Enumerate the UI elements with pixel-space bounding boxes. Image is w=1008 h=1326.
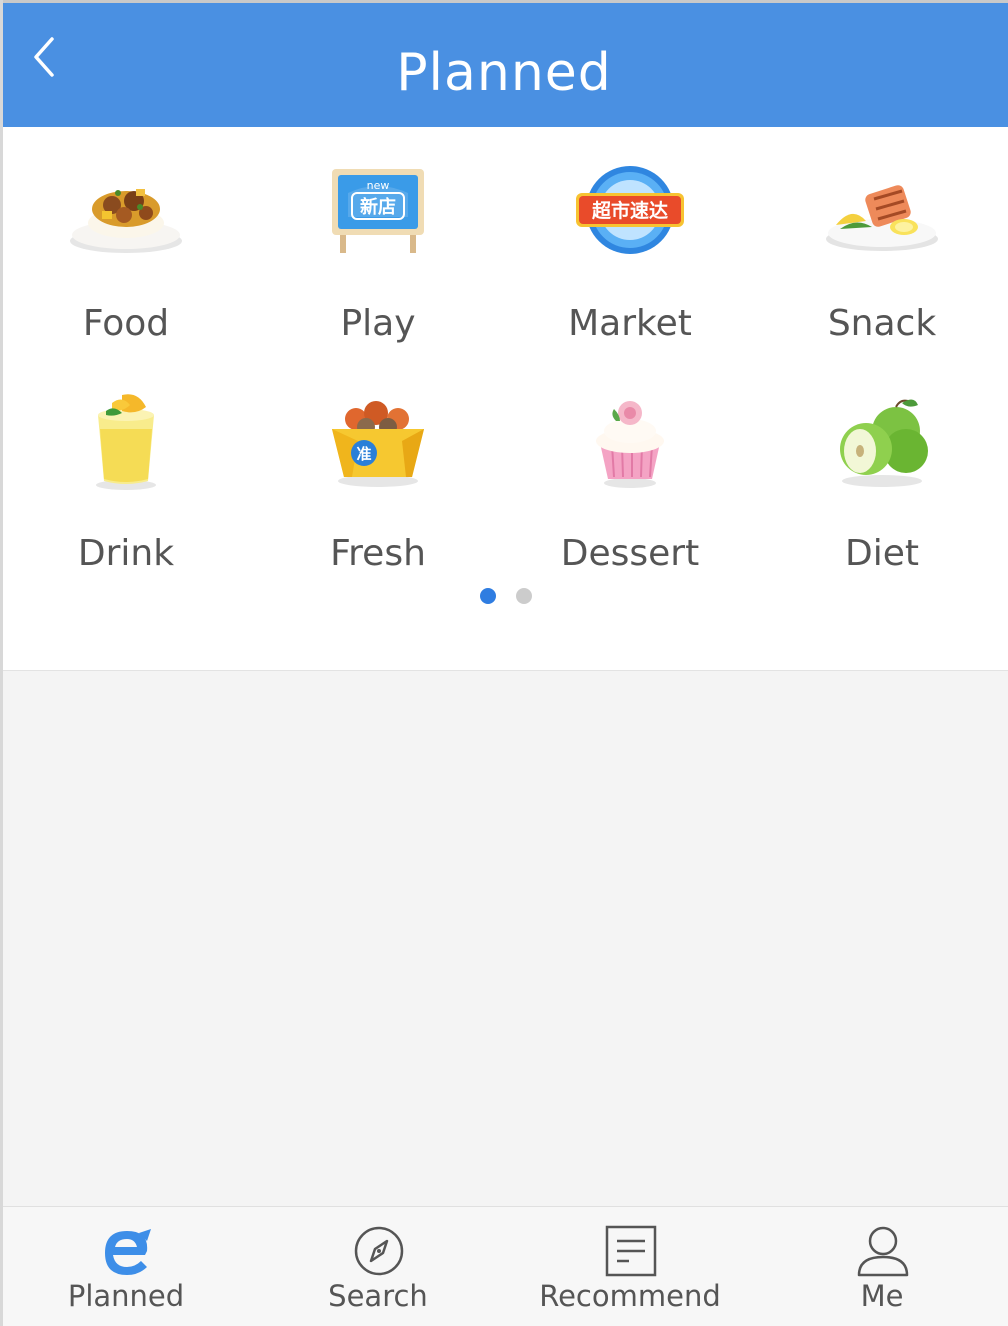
page-indicator xyxy=(0,588,1008,606)
tab-label: Search xyxy=(328,1279,428,1313)
category-fresh[interactable]: 准 Fresh xyxy=(252,357,504,574)
cupcake-icon xyxy=(596,401,664,488)
curry-plate-icon xyxy=(70,189,182,253)
tab-me[interactable]: Me xyxy=(756,1207,1008,1326)
e-logo-icon xyxy=(105,1229,151,1275)
tab-label: Recommend xyxy=(539,1279,721,1313)
category-label: Snack xyxy=(827,303,937,344)
page-dot[interactable] xyxy=(516,588,532,604)
category-food[interactable]: Food xyxy=(0,127,252,344)
fresh-box-text: 准 xyxy=(356,445,371,463)
tab-recommend[interactable]: Recommend xyxy=(504,1207,756,1326)
category-label: Dessert xyxy=(560,533,700,574)
category-grid: Food new 新店 Play 超市速达 Market Snack Drink… xyxy=(0,127,1008,671)
category-label: Drink xyxy=(77,533,175,574)
salmon-plate-icon xyxy=(826,185,938,251)
compass-icon xyxy=(354,1226,404,1276)
category-dessert[interactable]: Dessert xyxy=(504,357,756,574)
tab-label: Planned xyxy=(67,1279,185,1313)
person-icon xyxy=(857,1226,909,1277)
new-store-board-icon: new 新店 xyxy=(332,169,424,253)
tab-search[interactable]: Search xyxy=(252,1207,504,1326)
market-badge-text: 超市速达 xyxy=(591,199,668,222)
category-snack[interactable]: Snack xyxy=(756,127,1008,344)
window-edge xyxy=(0,0,3,1326)
category-drink[interactable]: Drink xyxy=(0,357,252,574)
category-label: Market xyxy=(568,303,692,344)
tab-planned[interactable]: Planned xyxy=(0,1207,252,1326)
category-diet[interactable]: Diet xyxy=(756,357,1008,574)
category-label: Food xyxy=(82,303,170,344)
header-bar: Planned xyxy=(0,0,1008,127)
seafood-box-icon: 准 xyxy=(332,401,424,487)
green-apple-icon xyxy=(840,399,928,487)
category-label: Play xyxy=(340,303,416,344)
board-main-text: 新店 xyxy=(360,196,396,218)
mango-drink-icon xyxy=(96,394,156,490)
bottom-tab-bar: Planned Search Recommend Me xyxy=(0,1206,1008,1326)
category-label: Fresh xyxy=(330,533,426,574)
page-title: Planned xyxy=(396,43,612,103)
document-list-icon xyxy=(605,1225,657,1277)
category-play[interactable]: new 新店 Play xyxy=(252,127,504,344)
category-market[interactable]: 超市速达 Market xyxy=(504,127,756,344)
board-new-text: new xyxy=(367,179,390,192)
market-express-badge-icon: 超市速达 xyxy=(576,166,684,254)
category-label: Diet xyxy=(845,533,919,574)
page-dot-active[interactable] xyxy=(480,588,496,604)
tab-label: Me xyxy=(860,1279,904,1313)
